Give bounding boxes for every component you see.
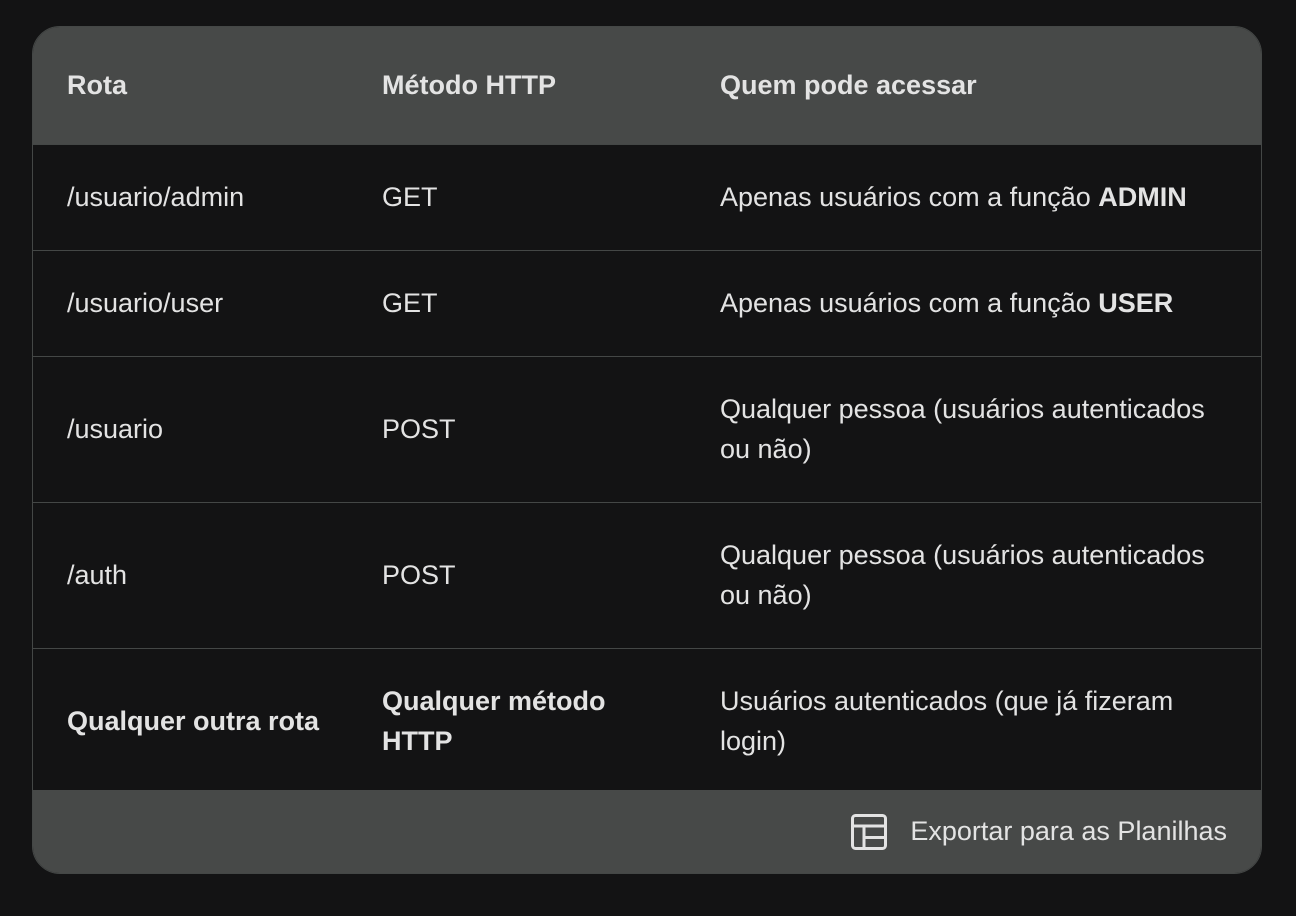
cell-access: Qualquer pessoa (usuários autenticados o… xyxy=(686,501,1261,648)
header-row: Rota Método HTTP Quem pode acessar xyxy=(33,27,1261,144)
table-footer: Exportar para as Planilhas xyxy=(33,790,1261,873)
table-row: /usuario/user GET Apenas usuários com a … xyxy=(33,249,1261,356)
header-route: Rota xyxy=(67,69,127,100)
cell-access: Qualquer pessoa (usuários autenticados o… xyxy=(686,355,1261,502)
cell-method: GET xyxy=(348,249,686,356)
cell-access-text: Apenas usuários com a função xyxy=(720,182,1099,212)
cell-route-bold: Qualquer outra rota xyxy=(67,706,320,737)
cell-method: POST xyxy=(348,355,686,502)
table-body: /usuario/admin GET Apenas usuários com a… xyxy=(33,143,1261,794)
cell-method-bold: Qualquer método HTTP xyxy=(382,686,606,757)
table-header: Rota Método HTTP Quem pode acessar xyxy=(33,27,1261,144)
table-card: Rota Método HTTP Quem pode acessar /usua… xyxy=(32,26,1262,874)
cell-route: /usuario/user xyxy=(33,249,348,356)
export-label: Exportar para as Planilhas xyxy=(910,816,1227,846)
cell-route: /usuario xyxy=(33,355,348,502)
cell-method: POST xyxy=(348,501,686,648)
cell-access-role: USER xyxy=(1098,288,1174,318)
cell-access: Apenas usuários com a função USER xyxy=(686,249,1261,356)
cell-access: Apenas usuários com a função ADMIN xyxy=(686,143,1261,250)
cell-access-text: Apenas usuários com a função xyxy=(720,288,1099,318)
table-row: Qualquer outra rota Qualquer método HTTP… xyxy=(33,647,1261,794)
cell-access: Usuários autenticados (que já fizeram lo… xyxy=(686,647,1261,794)
table-chart-icon xyxy=(850,813,888,851)
header-method: Método HTTP xyxy=(382,69,556,100)
cell-method: GET xyxy=(348,143,686,250)
cell-route: /auth xyxy=(33,501,348,648)
cell-access-role: ADMIN xyxy=(1098,182,1187,212)
table-row: /usuario/admin GET Apenas usuários com a… xyxy=(33,143,1261,250)
routes-table: Rota Método HTTP Quem pode acessar /usua… xyxy=(33,27,1261,794)
cell-method: Qualquer método HTTP xyxy=(348,647,686,794)
export-to-sheets-button[interactable]: Exportar para as Planilhas xyxy=(850,813,1227,851)
cell-route: /usuario/admin xyxy=(33,143,348,250)
table-row: /auth POST Qualquer pessoa (usuários aut… xyxy=(33,501,1261,648)
header-access: Quem pode acessar xyxy=(720,69,977,100)
cell-route: Qualquer outra rota xyxy=(33,647,348,794)
table-row: /usuario POST Qualquer pessoa (usuários … xyxy=(33,355,1261,502)
